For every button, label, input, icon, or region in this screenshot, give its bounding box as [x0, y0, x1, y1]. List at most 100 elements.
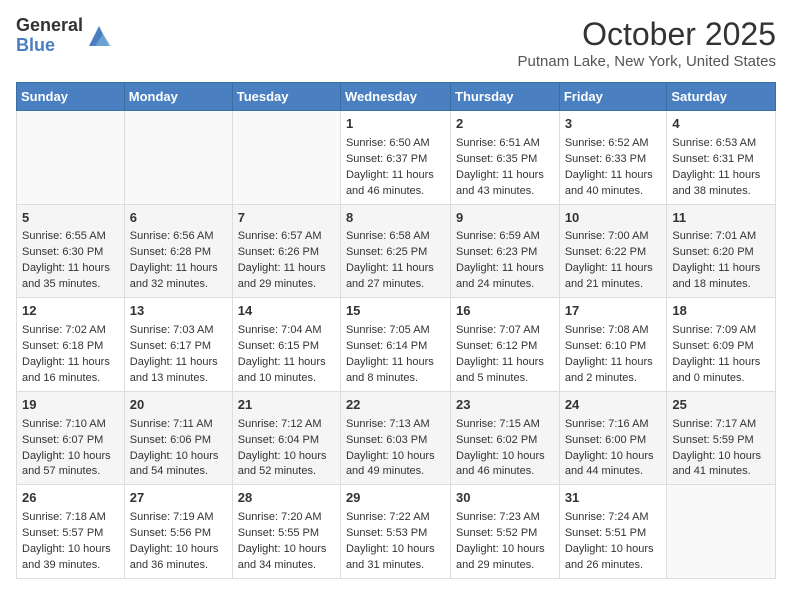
day-info: Daylight: 10 hours and 41 minutes.	[672, 449, 770, 481]
day-number: 3	[565, 115, 662, 134]
day-info: Sunset: 6:35 PM	[456, 152, 554, 168]
day-info: Daylight: 11 hours and 35 minutes.	[22, 261, 119, 293]
day-info: Sunrise: 7:02 AM	[22, 323, 119, 339]
day-info: Sunrise: 7:12 AM	[238, 417, 335, 433]
calendar-cell: 4 Sunrise: 6:53 AMSunset: 6:31 PMDaylight…	[667, 111, 776, 205]
day-info: Sunset: 6:00 PM	[565, 433, 662, 449]
day-info: Sunrise: 7:07 AM	[456, 323, 554, 339]
day-info: Daylight: 11 hours and 29 minutes.	[238, 261, 335, 293]
calendar-week-row: 5Sunrise: 6:55 AMSunset: 6:30 PMDaylight…	[17, 204, 776, 298]
day-info: Sunset: 6:26 PM	[238, 245, 335, 261]
day-info: Sunset: 6:10 PM	[565, 339, 662, 355]
day-info: Sunrise: 7:10 AM	[22, 417, 119, 433]
day-info: Sunrise: 6:53 AM	[672, 136, 770, 152]
day-info: Sunset: 6:31 PM	[672, 152, 770, 168]
day-info: Daylight: 10 hours and 54 minutes.	[130, 449, 227, 481]
day-info: Sunset: 6:02 PM	[456, 433, 554, 449]
day-info: Sunrise: 7:19 AM	[130, 510, 227, 526]
day-info: Sunrise: 7:00 AM	[565, 229, 662, 245]
day-info: Daylight: 10 hours and 31 minutes.	[346, 542, 445, 574]
day-info: Daylight: 11 hours and 38 minutes.	[672, 168, 770, 200]
day-info: Sunrise: 7:01 AM	[672, 229, 770, 245]
day-info: Sunrise: 6:51 AM	[456, 136, 554, 152]
calendar-cell: 12 Sunrise: 7:02 AMSunset: 6:18 PMDayligh…	[17, 298, 125, 392]
day-info: Daylight: 11 hours and 13 minutes.	[130, 355, 227, 387]
day-info: Sunset: 5:59 PM	[672, 433, 770, 449]
day-info: Daylight: 10 hours and 46 minutes.	[456, 449, 554, 481]
calendar-cell: 1Sunrise: 6:50 AMSunset: 6:37 PMDaylight…	[340, 111, 450, 205]
day-number: 15	[346, 302, 445, 321]
calendar-cell: 23Sunrise: 7:15 AMSunset: 6:02 PMDayligh…	[451, 391, 560, 485]
day-number: 24	[565, 396, 662, 415]
col-header-sunday: Sunday	[17, 83, 125, 111]
day-info: Daylight: 10 hours and 44 minutes.	[565, 449, 662, 481]
day-info: Sunrise: 7:18 AM	[22, 510, 119, 526]
day-info: Sunrise: 7:03 AM	[130, 323, 227, 339]
day-info: Sunset: 6:20 PM	[672, 245, 770, 261]
day-number: 10	[565, 209, 662, 228]
calendar-cell: 31Sunrise: 7:24 AMSunset: 5:51 PMDayligh…	[559, 485, 667, 579]
day-info: Sunrise: 6:52 AM	[565, 136, 662, 152]
day-info: Sunset: 6:28 PM	[130, 245, 227, 261]
day-info: Sunset: 6:22 PM	[565, 245, 662, 261]
calendar-cell: 25 Sunrise: 7:17 AMSunset: 5:59 PMDayligh…	[667, 391, 776, 485]
day-info: Sunset: 6:07 PM	[22, 433, 119, 449]
day-info: Sunrise: 6:56 AM	[130, 229, 227, 245]
day-info: Sunrise: 7:17 AM	[672, 417, 770, 433]
col-header-wednesday: Wednesday	[340, 83, 450, 111]
day-info: Sunset: 6:04 PM	[238, 433, 335, 449]
day-info: Sunset: 6:18 PM	[22, 339, 119, 355]
calendar-cell: 6Sunrise: 6:56 AMSunset: 6:28 PMDaylight…	[124, 204, 232, 298]
day-number: 8	[346, 209, 445, 228]
calendar-cell: 24 Sunrise: 7:16 AMSunset: 6:00 PMDayligh…	[559, 391, 667, 485]
calendar-table: SundayMondayTuesdayWednesdayThursdayFrid…	[16, 82, 776, 579]
day-info: Sunset: 6:37 PM	[346, 152, 445, 168]
day-info: Daylight: 11 hours and 8 minutes.	[346, 355, 445, 387]
day-info: Sunrise: 7:13 AM	[346, 417, 445, 433]
day-number: 21	[238, 396, 335, 415]
day-info: Daylight: 10 hours and 49 minutes.	[346, 449, 445, 481]
day-info: Daylight: 11 hours and 21 minutes.	[565, 261, 662, 293]
day-info: Daylight: 10 hours and 29 minutes.	[456, 542, 554, 574]
day-info: Daylight: 10 hours and 36 minutes.	[130, 542, 227, 574]
day-info: Sunset: 6:30 PM	[22, 245, 119, 261]
calendar-cell: 8Sunrise: 6:58 AMSunset: 6:25 PMDaylight…	[340, 204, 450, 298]
day-info: Sunrise: 7:16 AM	[565, 417, 662, 433]
day-number: 27	[130, 489, 227, 508]
logo: General Blue	[16, 16, 113, 56]
day-info: Sunset: 5:51 PM	[565, 526, 662, 542]
logo-blue-text: Blue	[16, 36, 83, 56]
day-info: Daylight: 11 hours and 18 minutes.	[672, 261, 770, 293]
day-info: Sunrise: 7:09 AM	[672, 323, 770, 339]
day-number: 11	[672, 209, 770, 228]
day-number: 12	[22, 302, 119, 321]
day-info: Sunset: 5:57 PM	[22, 526, 119, 542]
calendar-cell	[124, 111, 232, 205]
calendar-cell: 11Sunrise: 7:01 AMSunset: 6:20 PMDayligh…	[667, 204, 776, 298]
day-info: Sunset: 6:03 PM	[346, 433, 445, 449]
day-number: 25	[672, 396, 770, 415]
day-number: 1	[346, 115, 445, 134]
calendar-cell: 9Sunrise: 6:59 AMSunset: 6:23 PMDaylight…	[451, 204, 560, 298]
day-info: Sunrise: 7:05 AM	[346, 323, 445, 339]
day-info: Sunrise: 6:50 AM	[346, 136, 445, 152]
day-info: Sunrise: 7:08 AM	[565, 323, 662, 339]
day-info: Daylight: 10 hours and 57 minutes.	[22, 449, 119, 481]
day-number: 16	[456, 302, 554, 321]
day-number: 18	[672, 302, 770, 321]
day-number: 31	[565, 489, 662, 508]
calendar-cell: 19 Sunrise: 7:10 AMSunset: 6:07 PMDayligh…	[17, 391, 125, 485]
day-number: 19	[22, 396, 119, 415]
day-info: Daylight: 11 hours and 16 minutes.	[22, 355, 119, 387]
day-info: Daylight: 10 hours and 39 minutes.	[22, 542, 119, 574]
calendar-cell	[232, 111, 340, 205]
day-info: Sunset: 5:52 PM	[456, 526, 554, 542]
day-number: 4	[672, 115, 770, 134]
day-info: Sunset: 5:55 PM	[238, 526, 335, 542]
day-info: Daylight: 10 hours and 26 minutes.	[565, 542, 662, 574]
calendar-header-row: SundayMondayTuesdayWednesdayThursdayFrid…	[17, 83, 776, 111]
logo-icon	[85, 22, 113, 50]
col-header-saturday: Saturday	[667, 83, 776, 111]
day-info: Daylight: 11 hours and 40 minutes.	[565, 168, 662, 200]
calendar-cell: 30Sunrise: 7:23 AMSunset: 5:52 PMDayligh…	[451, 485, 560, 579]
